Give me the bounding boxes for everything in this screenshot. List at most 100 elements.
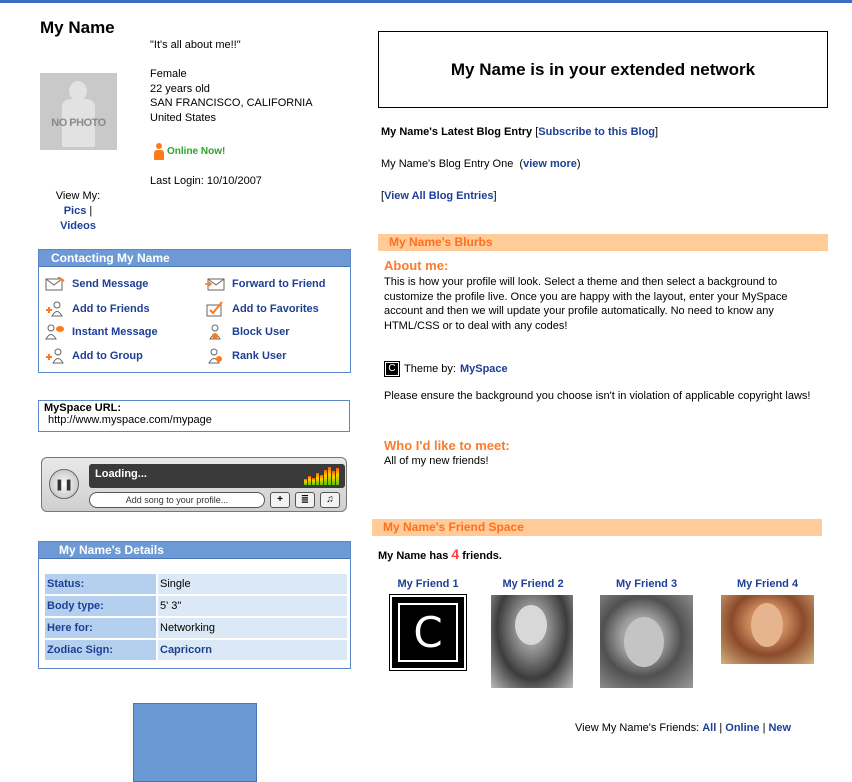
friend-card[interactable]: My Friend 4 bbox=[721, 578, 814, 590]
friend-photo[interactable] bbox=[600, 595, 693, 688]
friend-name[interactable]: My Friend 3 bbox=[600, 578, 693, 590]
add-friend-icon bbox=[44, 301, 66, 317]
add-song-field[interactable]: Add song to your profile... bbox=[89, 492, 265, 508]
view-friends-links: View My Name's Friends: All | Online | N… bbox=[575, 722, 792, 734]
instant-message-button[interactable]: Instant Message bbox=[44, 324, 158, 340]
extended-network-box: My Name is in your extended network bbox=[378, 31, 828, 108]
extended-network-text: My Name is in your extended network bbox=[450, 59, 756, 79]
friend-card[interactable]: My Friend 2 bbox=[492, 578, 574, 590]
online-status: Online Now! bbox=[154, 143, 225, 160]
view-friends-label: View My Name's Friends: bbox=[575, 722, 700, 734]
profile-photo[interactable]: NO PHOTO bbox=[40, 73, 117, 150]
friend-card[interactable]: My Friend 1 bbox=[388, 578, 468, 590]
details-key: Status: bbox=[45, 574, 156, 594]
blog-title: My Name's Latest Blog Entry bbox=[381, 126, 533, 138]
ad-placeholder bbox=[133, 703, 257, 782]
details-value: Single bbox=[158, 574, 347, 594]
friend-count-prefix: My Name has bbox=[378, 550, 449, 562]
face-shape bbox=[515, 605, 547, 645]
add-to-favorites-label: Add to Favorites bbox=[232, 303, 319, 315]
profile-gender: Female bbox=[150, 68, 187, 80]
add-to-favorites-button[interactable]: Add to Favorites bbox=[204, 301, 319, 317]
myspace-url-title: MySpace URL: bbox=[44, 402, 122, 414]
add-to-group-label: Add to Group bbox=[72, 350, 143, 362]
block-user-label: Block User bbox=[232, 326, 290, 338]
myspace-url-value[interactable]: http://www.myspace.com/mypage bbox=[44, 414, 344, 426]
friend-name[interactable]: My Friend 1 bbox=[388, 578, 468, 590]
zodiac-link[interactable]: Capricorn bbox=[160, 644, 212, 656]
forward-to-friend-button[interactable]: Forward to Friend bbox=[204, 276, 326, 292]
friend-name[interactable]: My Friend 2 bbox=[492, 578, 574, 590]
equalizer-icon bbox=[304, 467, 339, 485]
last-login: Last Login: 10/10/2007 bbox=[150, 175, 262, 187]
details-value: 5' 3" bbox=[158, 596, 347, 616]
player-status: Loading... bbox=[95, 468, 147, 480]
view-more-link[interactable]: view more bbox=[523, 158, 577, 170]
music-button[interactable]: ♫ bbox=[320, 492, 340, 508]
friend-count-number: 4 bbox=[451, 546, 460, 562]
favorites-icon bbox=[204, 301, 226, 317]
send-message-icon bbox=[44, 276, 66, 292]
friend-photo[interactable] bbox=[491, 595, 573, 688]
add-to-friends-button[interactable]: Add to Friends bbox=[44, 301, 150, 317]
blog-header: My Name's Latest Blog Entry [Subscribe t… bbox=[381, 126, 659, 138]
view-my-label: View My: bbox=[55, 190, 101, 202]
instant-message-icon bbox=[44, 324, 66, 340]
friend-card[interactable]: My Friend 3 bbox=[600, 578, 693, 590]
no-photo-label: NO PHOTO bbox=[51, 117, 106, 129]
view-friends-all-link[interactable]: All bbox=[702, 722, 716, 734]
music-note-icon: ♫ bbox=[326, 494, 334, 505]
profile-city: SAN FRANCISCO, CALIFORNIA bbox=[150, 97, 313, 109]
face-shape bbox=[751, 603, 783, 647]
about-me-text: This is how your profile will look. Sele… bbox=[384, 276, 788, 332]
friend-photo[interactable] bbox=[721, 595, 814, 664]
details-row-zodiac: Zodiac Sign: Capricorn bbox=[45, 640, 347, 660]
rank-user-icon bbox=[204, 348, 226, 364]
friend-photo[interactable]: C bbox=[389, 594, 467, 671]
who-to-meet-text: All of my new friends! bbox=[384, 455, 489, 467]
block-user-icon bbox=[204, 324, 226, 340]
music-player: ❚❚ Loading... Add song to your profile..… bbox=[41, 457, 347, 512]
subscribe-blog-link[interactable]: Subscribe to this Blog bbox=[538, 126, 655, 138]
rank-user-button[interactable]: Rank User bbox=[204, 348, 286, 364]
add-to-friends-label: Add to Friends bbox=[72, 303, 150, 315]
pause-icon: ❚❚ bbox=[54, 478, 74, 491]
theme-link[interactable]: MySpace bbox=[460, 363, 508, 375]
add-song-button[interactable]: + bbox=[270, 492, 290, 508]
theme-logo-icon bbox=[384, 361, 400, 377]
theme-credit: Theme by: MySpace bbox=[384, 361, 508, 377]
view-separator: | bbox=[89, 205, 93, 217]
face-shape bbox=[624, 617, 664, 667]
plus-icon: + bbox=[277, 494, 283, 505]
view-all-blog-link[interactable]: View All Blog Entries bbox=[384, 190, 493, 202]
details-row-here-for: Here for: Networking bbox=[45, 618, 347, 638]
friend-space-title: My Name's Friend Space bbox=[372, 519, 822, 536]
forward-to-friend-label: Forward to Friend bbox=[232, 278, 326, 290]
view-all-blog: [View All Blog Entries] bbox=[381, 190, 497, 202]
top-border bbox=[0, 0, 852, 3]
player-display: Loading... bbox=[89, 464, 345, 488]
friend-name[interactable]: My Friend 4 bbox=[721, 578, 814, 590]
contact-box-title: Contacting My Name bbox=[39, 250, 350, 267]
rank-user-label: Rank User bbox=[232, 350, 287, 362]
send-message-button[interactable]: Send Message bbox=[44, 276, 148, 292]
pause-button[interactable]: ❚❚ bbox=[49, 469, 79, 499]
block-user-button[interactable]: Block User bbox=[204, 324, 289, 340]
details-box: My Name's Details Status: Single Body ty… bbox=[38, 541, 351, 669]
view-pics-link[interactable]: Pics bbox=[64, 205, 87, 217]
contact-box: Contacting My Name Send Message Forward … bbox=[38, 249, 351, 373]
view-friends-online-link[interactable]: Online bbox=[725, 722, 759, 734]
friend-count: My Name has 4 friends. bbox=[378, 546, 502, 562]
theme-label: Theme by: bbox=[404, 363, 456, 375]
instant-message-label: Instant Message bbox=[72, 326, 158, 338]
playlist-icon: ≣ bbox=[300, 494, 310, 505]
details-value: Networking bbox=[158, 618, 347, 638]
myspace-url-box: MySpace URL: http://www.myspace.com/mypa… bbox=[38, 400, 350, 432]
details-table: Status: Single Body type: 5' 3" Here for… bbox=[43, 572, 349, 662]
details-key: Here for: bbox=[45, 618, 156, 638]
view-friends-new-link[interactable]: New bbox=[768, 722, 791, 734]
playlist-button[interactable]: ≣ bbox=[295, 492, 315, 508]
add-to-group-button[interactable]: Add to Group bbox=[44, 348, 143, 364]
view-videos-link[interactable]: Videos bbox=[60, 220, 96, 232]
copyright-notice: Please ensure the background you choose … bbox=[384, 390, 811, 402]
